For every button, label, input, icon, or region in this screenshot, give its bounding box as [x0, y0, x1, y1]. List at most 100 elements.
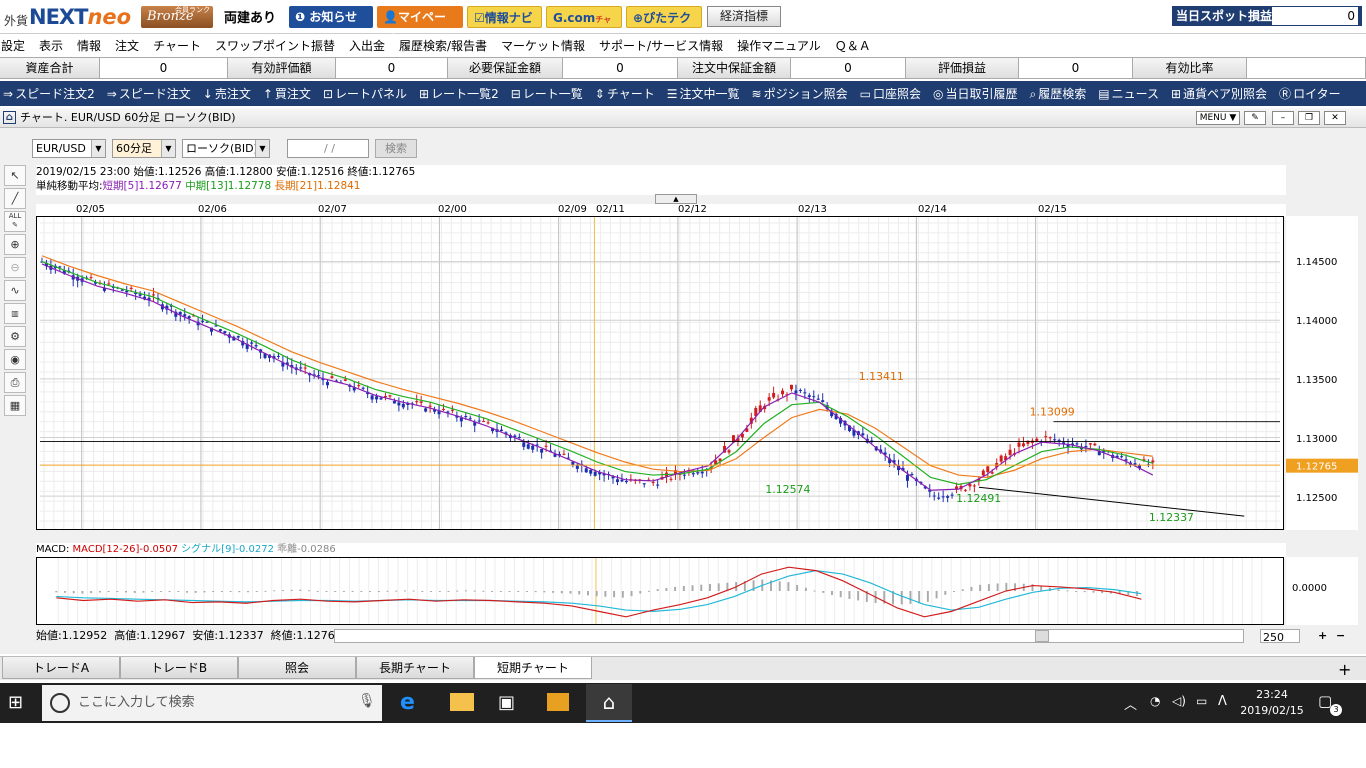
- menu-item[interactable]: 表示: [39, 37, 63, 54]
- macd-histogram-bar: [674, 586, 677, 591]
- tab-2[interactable]: 照会: [238, 657, 356, 679]
- store-icon[interactable]: ▣: [498, 692, 515, 713]
- toolbar-button[interactable]: ⊞ レート一覧2: [419, 85, 499, 102]
- toolbar-button[interactable]: ↓ 売注文: [203, 85, 251, 102]
- toolbar-button[interactable]: ▤ ニュース: [1098, 85, 1159, 102]
- menu-item[interactable]: サポート/サービス情報: [599, 37, 723, 54]
- tab-4[interactable]: 短期チャート: [474, 657, 592, 679]
- menu-item[interactable]: チャート: [153, 37, 201, 54]
- date-label: 02/06: [198, 204, 227, 215]
- toolbar-button[interactable]: ⌕ 履歴検索: [1029, 85, 1086, 102]
- macd-histogram-bar: [534, 591, 537, 593]
- toolbar-button[interactable]: ⇕ チャート: [595, 85, 655, 102]
- tab-0[interactable]: トレードA: [2, 657, 120, 679]
- minimize-icon[interactable]: –: [1272, 111, 1294, 125]
- collapse-icon[interactable]: ▲: [655, 194, 697, 204]
- zoom-minus-icon[interactable]: −: [1336, 628, 1350, 644]
- toolbar-button[interactable]: ⊟ レート一覧: [511, 85, 583, 102]
- bar-count-select[interactable]: 250: [1260, 629, 1300, 644]
- network-icon[interactable]: ◔: [1150, 694, 1160, 708]
- economic-indicator-button[interactable]: 経済指標: [707, 6, 781, 27]
- time-axis-icon[interactable]: ▥: [4, 303, 26, 324]
- close-icon[interactable]: ✕: [1324, 111, 1346, 125]
- settings-icon[interactable]: ⚙: [4, 326, 26, 347]
- macd-histogram-bar: [255, 591, 258, 592]
- explorer-icon[interactable]: [450, 693, 474, 711]
- gcom-chart-button[interactable]: G.comチャート: [546, 6, 622, 48]
- date-input[interactable]: / /: [287, 139, 369, 158]
- main-menu: 設定 表示 情報 注文 チャート スワップポイント振替 入出金 履歴検索/報告書 マーケット情報…: [0, 34, 1366, 56]
- delete-all-icon[interactable]: ALL ✎: [4, 211, 26, 232]
- zoom-plus-icon[interactable]: +: [1318, 628, 1332, 644]
- horizontal-scrollbar[interactable]: [334, 629, 1244, 643]
- macd-histogram-bar: [595, 591, 598, 597]
- notice-button[interactable]: ❶ お知らせ: [289, 6, 373, 28]
- toolbar-button[interactable]: ⇒ スピード注文: [107, 85, 191, 102]
- taskbar-clock[interactable]: 23:24 2019/02/15: [1240, 687, 1304, 719]
- taskbar-search[interactable]: ここに入力して検索: [42, 685, 382, 721]
- toolbar-button[interactable]: ⊞ 通貨ペア別照会: [1171, 85, 1267, 102]
- macd-histogram-bar: [586, 591, 589, 596]
- cursor-icon[interactable]: ↖: [4, 165, 26, 186]
- macd-histogram-bar: [1040, 585, 1043, 591]
- menu-item[interactable]: スワップポイント振替: [215, 37, 335, 54]
- volume-icon[interactable]: ◁): [1172, 694, 1186, 708]
- toolbar-button[interactable]: ⇒ スピード注文2: [3, 85, 95, 102]
- scroll-thumb[interactable]: [1035, 630, 1049, 642]
- toolbar-button[interactable]: ☰ 注文中一覧: [667, 85, 740, 102]
- tab-1[interactable]: トレードB: [120, 657, 238, 679]
- menu-item[interactable]: Ｑ＆Ａ: [835, 37, 871, 54]
- price-chart[interactable]: 1.12574 1.13411 1.13099 1.12491 1.12337: [36, 216, 1284, 530]
- candle-body: [990, 472, 994, 474]
- edge-icon[interactable]: e: [400, 690, 415, 715]
- toolbar-button[interactable]: ⊡ レートパネル: [323, 85, 407, 102]
- windows-start-icon[interactable]: ⊞: [8, 692, 30, 714]
- candle-body: [584, 468, 588, 473]
- zoom-out-icon[interactable]: ⊖: [4, 257, 26, 278]
- print-icon[interactable]: ⎙: [4, 372, 26, 393]
- menu-item[interactable]: 操作マニュアル: [737, 37, 821, 54]
- menu-item[interactable]: 設定: [1, 37, 25, 54]
- nextneo-app-icon[interactable]: ⌂: [586, 684, 632, 722]
- pair-select[interactable]: EUR/USD ▼: [32, 139, 106, 158]
- line-draw-icon[interactable]: ╱: [4, 188, 26, 209]
- macd-label: MACD:: [36, 544, 70, 555]
- ime-icon[interactable]: Λ: [1218, 694, 1227, 709]
- toolbar-button[interactable]: Ⓡ ロイター: [1279, 85, 1341, 102]
- menu-item[interactable]: 情報: [77, 37, 101, 54]
- candle-body: [459, 417, 463, 422]
- macd-histogram-bar: [421, 590, 424, 592]
- battery-icon[interactable]: ▭: [1196, 694, 1207, 708]
- view-icon[interactable]: ◉: [4, 349, 26, 370]
- candle-body: [642, 483, 646, 485]
- timeframe-select[interactable]: 60分足 ▼: [112, 139, 176, 158]
- chart-menu-button[interactable]: MENU ▼: [1196, 111, 1240, 125]
- menu-item[interactable]: 履歴検索/報告書: [399, 37, 487, 54]
- tab-3[interactable]: 長期チャート: [356, 657, 474, 679]
- search-button[interactable]: 検索: [375, 139, 417, 158]
- table-icon[interactable]: ▦: [4, 395, 26, 416]
- indicator-icon[interactable]: ∿: [4, 280, 26, 301]
- info-navi-button[interactable]: ☑情報ナビ: [467, 6, 542, 28]
- toolbar-button[interactable]: ≋ ポジション照会: [752, 85, 848, 102]
- toolbar-icon: ⌕: [1029, 87, 1037, 101]
- media-icon[interactable]: [547, 693, 569, 711]
- microphone-icon[interactable]: 🎙: [358, 693, 376, 709]
- toolbar-button[interactable]: ↑ 買注文: [263, 85, 311, 102]
- add-tab-icon[interactable]: +: [1338, 660, 1351, 679]
- menu-item[interactable]: マーケット情報: [501, 37, 585, 54]
- price-tick: 1.14000: [1296, 316, 1337, 327]
- mypage-button[interactable]: 👤マイページ: [377, 6, 463, 46]
- toolbar-button[interactable]: ◎ 当日取引履歴: [933, 85, 1018, 102]
- menu-item[interactable]: 入出金: [349, 37, 385, 54]
- restore-icon[interactable]: ❐: [1298, 111, 1320, 125]
- pitatech-button[interactable]: ⊕ぴたテク: [626, 6, 702, 28]
- rank-caption: 会員ランク: [175, 6, 210, 14]
- pen-icon[interactable]: ✎: [1244, 111, 1266, 125]
- macd-chart[interactable]: [36, 557, 1284, 625]
- tray-chevron-icon[interactable]: ︿: [1124, 694, 1137, 713]
- zoom-in-icon[interactable]: ⊕: [4, 234, 26, 255]
- toolbar-button[interactable]: ▭ 口座照会: [860, 85, 921, 102]
- menu-item[interactable]: 注文: [115, 37, 139, 54]
- candle-type-select[interactable]: ローソク(BID) ▼: [182, 139, 270, 158]
